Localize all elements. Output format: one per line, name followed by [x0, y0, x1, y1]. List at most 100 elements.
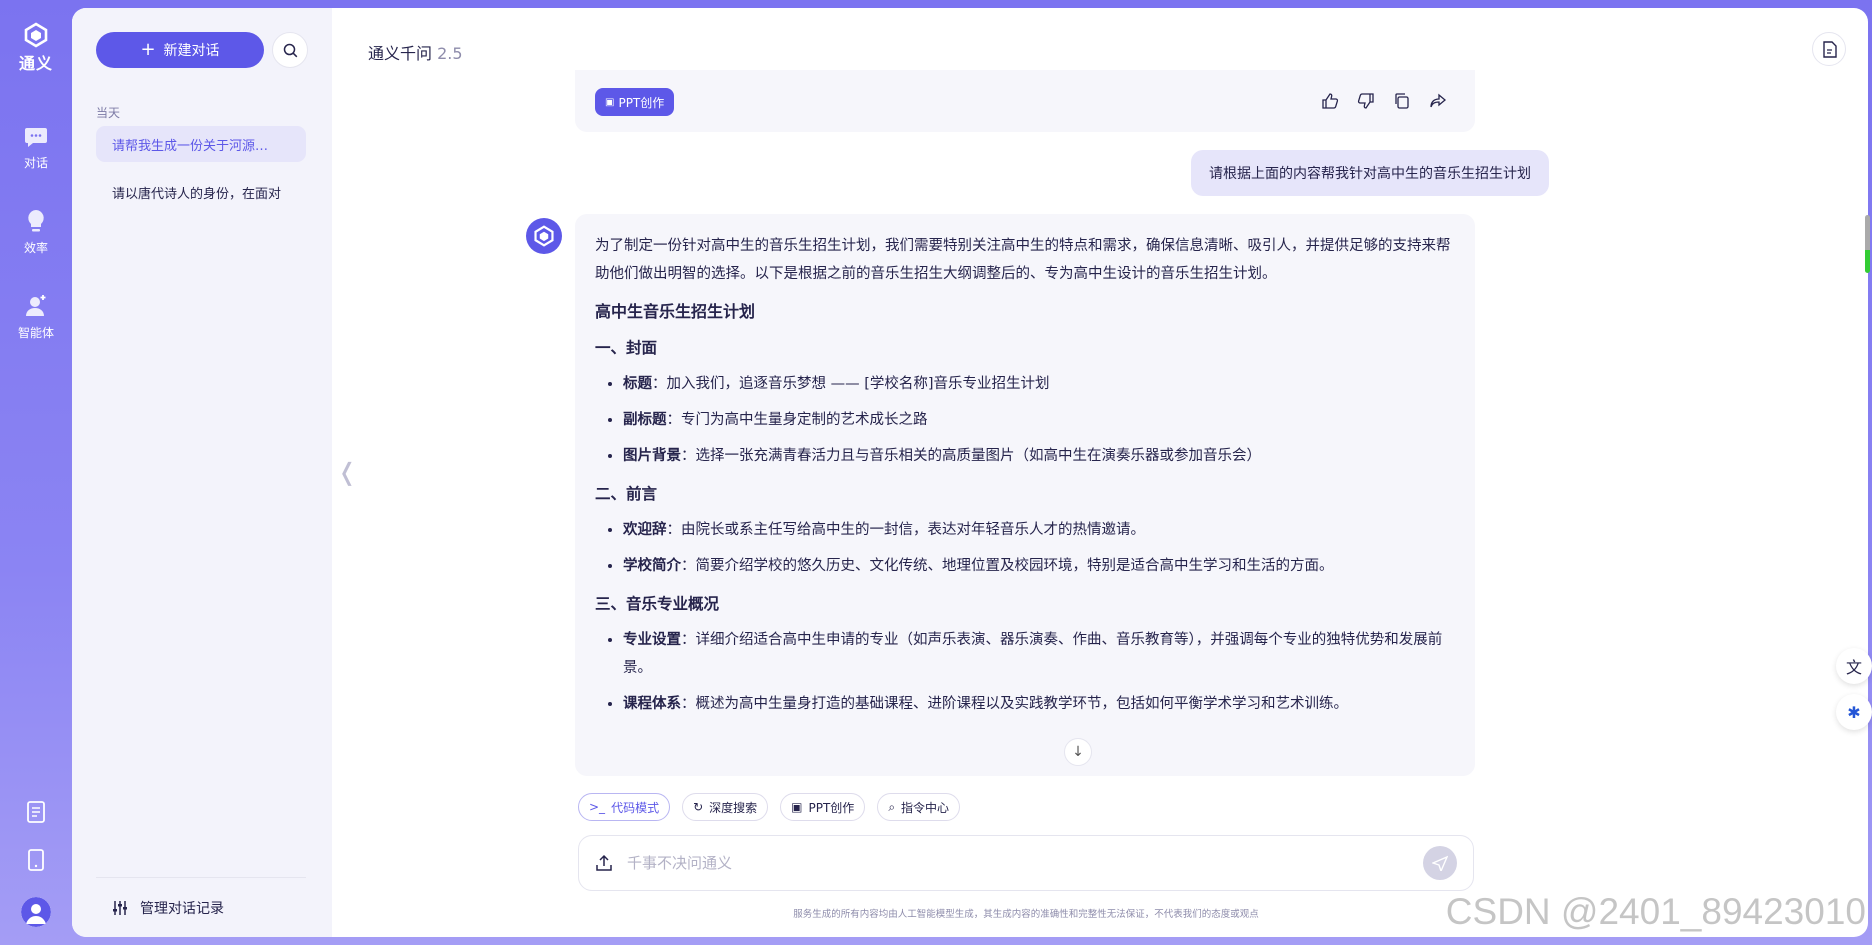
right-floating-buttons: 文 ✱: [1836, 648, 1872, 730]
user-message-text: 请根据上面的内容帮我针对高中生的音乐生招生计划: [1209, 166, 1531, 182]
model-version: 2.5: [437, 44, 463, 63]
search-icon: [283, 43, 297, 57]
translate-icon: 文: [1845, 658, 1862, 677]
item-key: 学校简介: [623, 558, 681, 574]
section-heading: 三、音乐专业概况: [595, 595, 720, 613]
arrow-down-icon: ↓: [1072, 744, 1084, 760]
rail-item-label: 效率: [23, 241, 48, 255]
item-text: ：简要介绍学校的悠久历史、文化传统、地理位置及校园环境，特别是适合高中生学习和生…: [681, 558, 1334, 574]
rail-item-label: 智能体: [17, 326, 54, 340]
copy-icon[interactable]: [1393, 92, 1411, 110]
page-title: 通义千问 2.5: [368, 40, 463, 64]
assistant-avatar: [526, 218, 562, 254]
share-icon[interactable]: [1429, 92, 1447, 110]
collapse-sidebar-handle[interactable]: ❬: [337, 458, 357, 486]
item-key: 图片背景: [623, 448, 681, 464]
tongyi-logo[interactable]: 通义: [19, 22, 53, 74]
tool-label: 深度搜索: [709, 800, 758, 815]
search-button[interactable]: [272, 32, 308, 68]
answer-title: 高中生音乐生招生计划: [595, 302, 756, 321]
item-text: ：专门为高中生量身定制的艺术成长之路: [666, 412, 928, 428]
manage-history-label: 管理对话记录: [140, 900, 224, 917]
previous-answer-card-footer: ▣ PPT创作: [575, 70, 1475, 132]
upload-icon[interactable]: [595, 854, 613, 872]
rail-item-label: 对话: [23, 156, 48, 170]
user-message-bubble: 请根据上面的内容帮我针对高中生的音乐生招生计划: [1191, 150, 1549, 196]
tool-command-center[interactable]: ⌕ 指令中心: [877, 793, 961, 821]
item-text: ：详细介绍适合高中生申请的专业（如声乐表演、器乐演奏、作曲、音乐教育等），并强调…: [623, 632, 1443, 676]
conversation-title: 请以唐代诗人的身份，在面对: [112, 186, 282, 202]
section-heading: 一、封面: [595, 339, 658, 357]
left-rail: 通义 对话 效率 智能体: [0, 0, 72, 945]
item-key: 欢迎辞: [623, 522, 667, 538]
item-text: ：加入我们，追逐音乐梦想 —— [学校名称]音乐专业招生计划: [652, 376, 1050, 392]
list-item: 学校简介：简要介绍学校的悠久历史、文化传统、地理位置及校园环境，特别是适合高中生…: [623, 552, 1455, 580]
agent-icon: [25, 295, 46, 316]
watermark: CSDN @2401_89423010: [1445, 891, 1866, 932]
rail-item-agent[interactable]: 智能体: [18, 294, 54, 341]
item-text: ：由院长或系主任写给高中生的一封信，表达对年轻音乐人才的热情邀请。: [666, 522, 1146, 538]
section-list: 专业设置：详细介绍适合高中生申请的专业（如声乐表演、器乐演奏、作曲、音乐教育等）…: [623, 626, 1455, 718]
page-scrollbar[interactable]: [1865, 215, 1870, 273]
ppt-creation-tag[interactable]: ▣ PPT创作: [595, 88, 675, 116]
model-name: 通义千问: [368, 44, 433, 63]
network-icon: ✱: [1847, 702, 1861, 722]
translate-button[interactable]: 文: [1836, 648, 1872, 684]
tool-label: 指令中心: [901, 800, 950, 815]
new-chat-label: 新建对话: [163, 43, 220, 59]
document-export-icon: [1822, 40, 1837, 58]
tool-deep-search[interactable]: ↻ 深度搜索: [682, 793, 769, 821]
thumbs-down-icon[interactable]: [1357, 92, 1375, 110]
message-actions: [1321, 92, 1447, 110]
list-item: 专业设置：详细介绍适合高中生申请的专业（如声乐表演、器乐演奏、作曲、音乐教育等）…: [623, 626, 1455, 682]
conversation-item[interactable]: 请帮我生成一份关于河源…: [96, 126, 306, 162]
user-avatar-icon[interactable]: [21, 897, 51, 927]
rail-item-chat[interactable]: 对话: [24, 126, 48, 171]
presentation-icon: ▣: [791, 800, 803, 814]
manage-history-button[interactable]: 管理对话记录: [96, 877, 306, 937]
thumbs-up-icon[interactable]: [1321, 92, 1339, 110]
item-text: ：选择一张充满青春活力且与音乐相关的高质量图片（如高中生在演奏乐器或参加音乐会）: [681, 448, 1261, 464]
list-item: 图片背景：选择一张充满青春活力且与音乐相关的高质量图片（如高中生在演奏乐器或参加…: [623, 442, 1455, 470]
conversation-title: 请帮我生成一份关于河源…: [112, 138, 269, 154]
answer-intro: 为了制定一份针对高中生的音乐生招生计划，我们需要特别关注高中生的特点和需求，确保…: [595, 238, 1451, 282]
send-button[interactable]: [1423, 846, 1457, 880]
list-item: 标题：加入我们，追逐音乐梦想 —— [学校名称]音乐专业招生计划: [623, 370, 1455, 398]
chat-input[interactable]: [627, 854, 1409, 872]
tongyi-logo-icon: [534, 225, 554, 247]
list-item: 副标题：专门为高中生量身定制的艺术成长之路: [623, 406, 1455, 434]
disclaimer-text: 服务生成的所有内容均由人工智能模型生成，其生成内容的准确性和完整性无法保证，不代…: [793, 909, 1259, 920]
section-today-label: 当天: [96, 106, 121, 120]
chat-bubble-icon: [24, 128, 47, 147]
tool-ppt-creation[interactable]: ▣ PPT创作: [780, 793, 866, 821]
scroll-to-bottom-button[interactable]: ↓: [1064, 738, 1092, 766]
refresh-search-icon: ↻: [693, 800, 704, 814]
command-icon: ⌕: [888, 799, 896, 814]
tool-label: PPT创作: [808, 800, 855, 815]
assistant-widget-button[interactable]: ✱: [1836, 694, 1872, 730]
section-list: 标题：加入我们，追逐音乐梦想 —— [学校名称]音乐专业招生计划 副标题：专门为…: [623, 370, 1455, 470]
item-key: 标题: [623, 376, 652, 392]
new-chat-button[interactable]: + 新建对话: [96, 32, 264, 68]
document-export-button[interactable]: [1812, 32, 1846, 66]
rail-item-efficiency[interactable]: 效率: [24, 209, 48, 256]
section-heading: 二、前言: [595, 485, 658, 503]
document-icon[interactable]: [26, 801, 46, 823]
item-key: 副标题: [623, 412, 667, 428]
conversation-item[interactable]: 请以唐代诗人的身份，在面对: [96, 174, 306, 210]
tool-label: 代码模式: [611, 800, 660, 815]
sliders-icon: [113, 900, 127, 915]
section-list: 欢迎辞：由院长或系主任写给高中生的一封信，表达对年轻音乐人才的热情邀请。 学校简…: [623, 516, 1455, 580]
item-text: ：概述为高中生量身打造的基础课程、进阶课程以及实践教学环节，包括如何平衡学术学习…: [681, 696, 1348, 712]
rail-bottom: [0, 801, 72, 927]
tool-bar: >_ 代码模式 ↻ 深度搜索 ▣ PPT创作 ⌕ 指令中心: [578, 793, 961, 821]
ppt-tag-label: PPT创作: [618, 95, 665, 110]
terminal-icon: >_: [589, 800, 606, 814]
mobile-icon[interactable]: [27, 849, 45, 871]
presentation-icon: ▣: [605, 96, 615, 108]
list-item: 课程体系：概述为高中生量身打造的基础课程、进阶课程以及实践教学环节，包括如何平衡…: [623, 690, 1455, 718]
lightbulb-icon: [28, 210, 44, 232]
logo-text: 通义: [18, 54, 53, 73]
tool-code-mode[interactable]: >_ 代码模式: [578, 793, 671, 821]
conversation-sidebar: + 新建对话 当天 请帮我生成一份关于河源… 请以唐代诗人的身份，在面对 管理对…: [72, 8, 332, 937]
